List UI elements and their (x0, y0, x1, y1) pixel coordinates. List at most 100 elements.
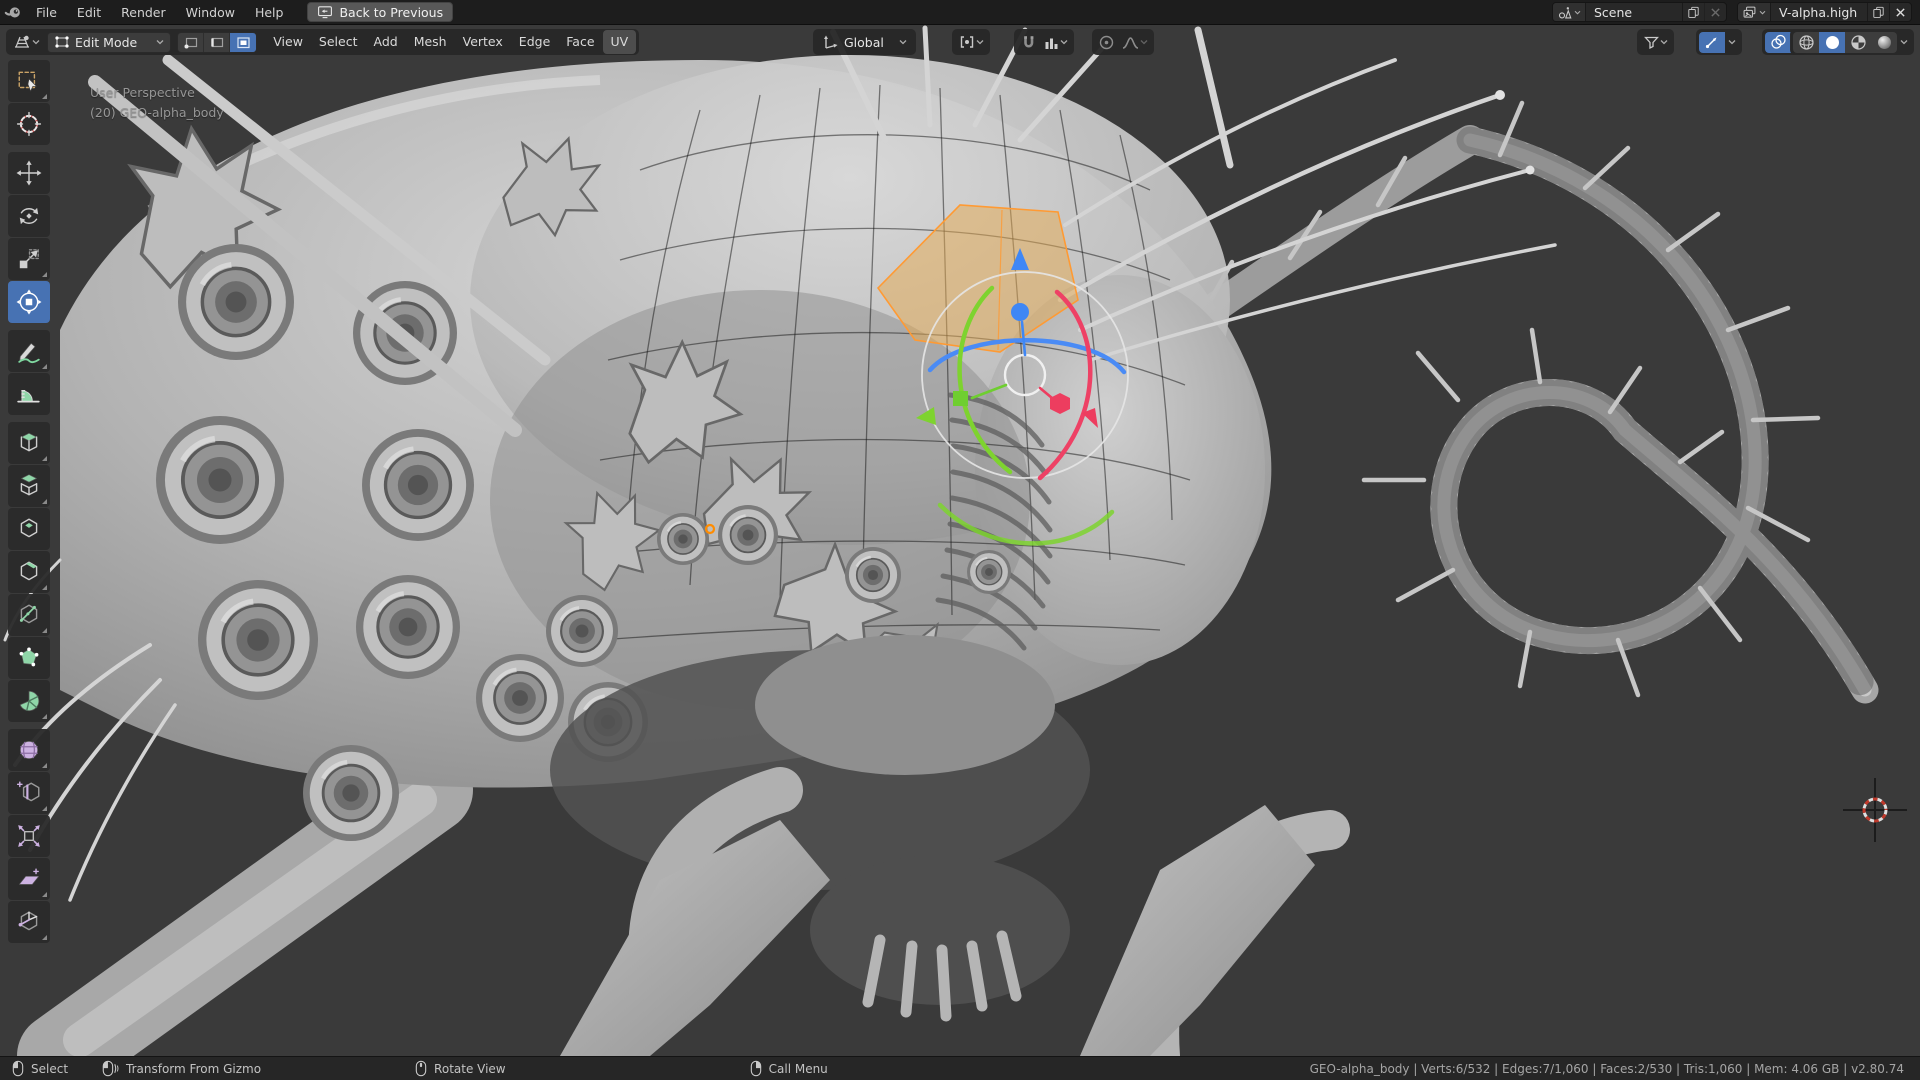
menu-add[interactable]: Add (365, 30, 405, 54)
object-visibility-dropdown[interactable] (1640, 31, 1671, 53)
left-mouse-icon (12, 1060, 24, 1077)
edge-select-icon (209, 36, 225, 49)
visibility-group (1637, 29, 1674, 55)
tool-add-cube[interactable] (8, 422, 50, 464)
close-icon (1895, 7, 1906, 18)
proportional-edit-group (1092, 29, 1154, 55)
header-left-cluster: Edit Mode View Select Add Mesh Verte (6, 29, 639, 55)
scene-icon (1557, 5, 1572, 20)
tool-rip-region[interactable] (8, 901, 50, 943)
hint-transform-gizmo: Transform From Gizmo (102, 1060, 261, 1077)
tool-edge-slide[interactable] (8, 772, 50, 814)
view-layer-icon (1742, 5, 1757, 20)
wireframe-sphere-icon (1798, 34, 1815, 51)
tool-cursor[interactable] (8, 103, 50, 145)
select-mode-buttons (177, 32, 257, 53)
menu-edge[interactable]: Edge (511, 30, 558, 54)
snap-toggle-button[interactable] (1017, 31, 1040, 53)
tool-extrude-region[interactable] (8, 465, 50, 507)
filter-funnel-icon (1643, 34, 1660, 50)
scene-new-copy-button[interactable] (1682, 3, 1704, 21)
scene-browse-button[interactable] (1553, 3, 1586, 21)
tool-shear[interactable] (8, 858, 50, 900)
tool-knife[interactable] (8, 594, 50, 636)
view-layer-browse-button[interactable] (1738, 3, 1771, 21)
magnet-icon (1020, 34, 1037, 51)
menu-select[interactable]: Select (311, 30, 366, 54)
shading-material-button[interactable] (1845, 32, 1871, 53)
view-layer-name[interactable]: V-alpha.high (1771, 5, 1867, 20)
menu-help[interactable]: Help (245, 0, 294, 25)
menu-window[interactable]: Window (176, 0, 245, 25)
chevron-down-icon (899, 39, 907, 45)
back-to-previous-button[interactable]: Back to Previous (307, 2, 453, 22)
vertex-select-icon (183, 36, 199, 49)
menu-uv[interactable]: UV (603, 30, 637, 54)
view-layer-delete-button[interactable] (1889, 3, 1911, 21)
menu-face[interactable]: Face (558, 30, 602, 54)
view-layer-new-copy-button[interactable] (1867, 3, 1889, 21)
chevron-down-icon (1728, 39, 1736, 45)
shading-rendered-button[interactable] (1871, 32, 1897, 53)
tool-rotate[interactable] (8, 195, 50, 237)
scene-name[interactable]: Scene (1586, 5, 1682, 20)
scene-render (0, 25, 1920, 1056)
transform-orientation-dropdown[interactable]: Global (816, 32, 913, 53)
proportional-editing-toggle[interactable] (1095, 31, 1118, 53)
tool-smooth[interactable] (8, 729, 50, 771)
shading-solid-button[interactable] (1819, 32, 1845, 53)
blender-logo-icon[interactable] (0, 0, 26, 25)
editor-type-button[interactable] (9, 31, 43, 53)
close-icon (1710, 7, 1721, 18)
tool-transform[interactable] (8, 281, 50, 323)
menu-file[interactable]: File (26, 0, 67, 25)
tool-poly-build[interactable] (8, 637, 50, 679)
viewport-perspective-label: User Perspective (90, 85, 195, 100)
mode-dropdown[interactable]: Edit Mode (47, 32, 171, 53)
tool-select-box[interactable] (8, 60, 50, 102)
gizmos-dropdown[interactable] (1725, 31, 1739, 53)
back-button-label: Back to Previous (339, 5, 443, 20)
tool-spin[interactable] (8, 680, 50, 722)
menu-vertex[interactable]: Vertex (455, 30, 511, 54)
tool-move[interactable] (8, 152, 50, 194)
tool-annotate[interactable] (8, 330, 50, 372)
menu-mesh[interactable]: Mesh (406, 30, 455, 54)
chevron-down-icon (1900, 39, 1908, 45)
tool-shrink-fatten[interactable] (8, 815, 50, 857)
face-select-button[interactable] (230, 33, 256, 52)
snap-settings-dropdown[interactable] (1040, 31, 1071, 53)
vertex-select-button[interactable] (178, 33, 204, 52)
orientation-label: Global (844, 35, 884, 50)
tool-scale[interactable] (8, 238, 50, 280)
menu-render[interactable]: Render (111, 0, 176, 25)
chevron-down-icon (1759, 10, 1766, 15)
tool-measure[interactable] (8, 373, 50, 415)
chevron-down-icon (32, 39, 40, 45)
hint-select-label: Select (31, 1062, 68, 1076)
shading-dropdown[interactable] (1897, 31, 1911, 53)
snap-group (1014, 29, 1074, 55)
viewport-object-label: (20) GEO-alpha_body (90, 105, 224, 120)
top-menu-bar: File Edit Render Window Help Back to Pre… (0, 0, 1920, 25)
viewport-3d[interactable]: User Perspective (20) GEO-alpha_body (0, 25, 1920, 1056)
scene-delete-button[interactable] (1704, 3, 1726, 21)
shading-wireframe-button[interactable] (1793, 32, 1819, 53)
menu-view[interactable]: View (265, 30, 311, 54)
show-overlays-toggle[interactable] (1765, 32, 1791, 53)
gizmo-group (1696, 29, 1742, 55)
duplicate-icon (1872, 5, 1885, 19)
show-gizmos-toggle[interactable] (1699, 32, 1725, 53)
topbar-id-selectors: Scene V-alpha.high (1552, 2, 1912, 22)
tool-bevel[interactable] (8, 551, 50, 593)
pivot-point-dropdown[interactable] (955, 31, 987, 53)
proportional-falloff-dropdown[interactable] (1118, 31, 1151, 53)
gizmo-arrow-icon (1704, 34, 1720, 50)
proportional-circle-icon (1098, 34, 1115, 51)
status-bar: Select Transform From Gizmo Rotate View … (0, 1056, 1920, 1080)
edge-select-button[interactable] (204, 33, 230, 52)
material-sphere-icon (1850, 34, 1867, 51)
tool-inset-faces[interactable] (8, 508, 50, 550)
scene-selector: Scene (1552, 2, 1727, 22)
menu-edit[interactable]: Edit (67, 0, 111, 25)
